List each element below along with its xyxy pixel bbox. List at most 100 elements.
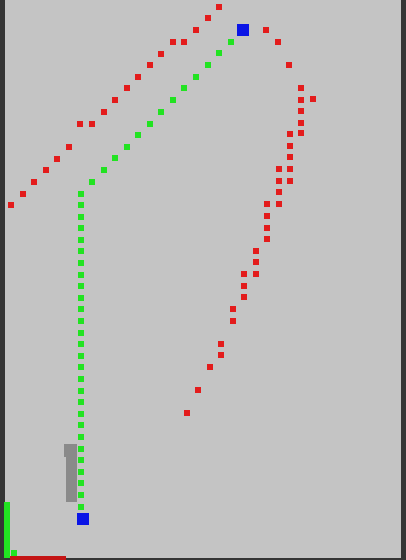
red-trail-dot xyxy=(147,62,153,68)
game-viewport xyxy=(0,0,406,560)
green-trail-dot xyxy=(78,388,84,394)
red-trail-dot xyxy=(253,259,259,265)
green-trail-dot xyxy=(124,144,130,150)
green-trail-dot xyxy=(78,260,84,266)
red-trail-dot xyxy=(8,202,14,208)
red-trail-dot xyxy=(43,167,49,173)
red-trail-dot xyxy=(286,62,292,68)
red-trail-dot xyxy=(101,109,107,115)
red-trail-dot xyxy=(287,143,293,149)
red-trail-dot xyxy=(264,201,270,207)
red-trail-dot xyxy=(276,201,282,207)
red-trail-dot xyxy=(287,166,293,172)
red-trail-dot xyxy=(241,271,247,277)
green-trail-dot xyxy=(78,411,84,417)
red-trail-dot xyxy=(287,178,293,184)
red-trail-dot xyxy=(310,96,316,102)
red-trail-dot xyxy=(124,85,130,91)
red-trail-dot xyxy=(253,248,259,254)
green-trail-dot xyxy=(158,109,164,115)
red-trail-dot xyxy=(158,51,164,57)
green-trail-dot xyxy=(78,376,84,382)
green-trail-dot xyxy=(78,422,84,428)
red-trail-dot xyxy=(230,306,236,312)
green-trail-dot xyxy=(78,283,84,289)
red-trail-dot xyxy=(205,15,211,21)
green-trail-dot xyxy=(78,457,84,463)
green-trail-dot xyxy=(78,353,84,359)
green-trail-dot xyxy=(78,295,84,301)
green-trail-dot xyxy=(78,191,84,197)
green-trail-dot xyxy=(78,364,84,370)
red-trail-dot xyxy=(181,39,187,45)
red-trail-dot xyxy=(275,39,281,45)
green-trail-dot xyxy=(147,121,153,127)
red-trail-dot xyxy=(20,191,26,197)
green-trail-dot xyxy=(228,39,234,45)
green-trail-dot xyxy=(78,306,84,312)
trails-layer xyxy=(8,4,316,556)
red-trail-dot xyxy=(276,166,282,172)
green-trail-dot xyxy=(89,179,95,185)
green-trail-dot xyxy=(78,469,84,475)
red-trail-dot xyxy=(135,74,141,80)
blue-player-marker xyxy=(77,513,89,525)
green-trail-dot xyxy=(78,480,84,486)
red-trail-dot xyxy=(287,131,293,137)
green-trail-dot xyxy=(78,318,84,324)
red-trail-dot xyxy=(77,121,83,127)
green-trail-dot xyxy=(112,155,118,161)
green-trail-dot xyxy=(78,330,84,336)
red-trail-dot xyxy=(241,294,247,300)
red-trail-dot xyxy=(264,236,270,242)
green-trail-dot xyxy=(170,97,176,103)
green-trail-dot xyxy=(78,272,84,278)
red-trail-dot xyxy=(287,154,293,160)
green-trail-dot xyxy=(78,248,84,254)
red-trail-dot xyxy=(112,97,118,103)
red-trail-dot xyxy=(89,121,95,127)
green-trail-dot xyxy=(78,202,84,208)
red-trail-dot xyxy=(298,130,304,136)
green-trail-dot xyxy=(78,446,84,452)
red-trail-dot xyxy=(298,108,304,114)
green-trail-dot xyxy=(78,237,84,243)
red-trail-dot xyxy=(298,85,304,91)
green-trail-dot xyxy=(78,492,84,498)
red-trail-dot xyxy=(264,225,270,231)
blue-target-marker xyxy=(237,24,249,36)
green-trail-dot xyxy=(78,399,84,405)
red-trail-dot xyxy=(216,4,222,10)
red-trail-dot xyxy=(54,156,60,162)
red-trail-dot xyxy=(207,364,213,370)
red-trail-dot xyxy=(276,189,282,195)
red-trail-dot xyxy=(263,27,269,33)
green-trail-dot xyxy=(135,132,141,138)
red-trail-dot xyxy=(241,283,247,289)
red-trail-dot xyxy=(184,410,190,416)
red-trail-dot xyxy=(218,352,224,358)
gray-obstacle-cap xyxy=(64,444,77,457)
vertical-gauge-bar xyxy=(4,502,10,558)
green-trail-dot xyxy=(78,504,84,510)
green-trail-dot xyxy=(181,85,187,91)
red-trail-dot xyxy=(193,27,199,33)
green-trail-dot xyxy=(78,434,84,440)
green-trail-dot xyxy=(205,62,211,68)
green-trail-dot xyxy=(78,214,84,220)
green-trail-dot xyxy=(78,225,84,231)
green-trail-dot xyxy=(101,167,107,173)
red-trail-dot xyxy=(66,144,72,150)
red-trail-dot xyxy=(253,271,259,277)
green-trail-dot xyxy=(78,341,84,347)
horizontal-gauge-bar xyxy=(10,556,66,560)
green-trail-dot xyxy=(216,50,222,56)
red-trail-dot xyxy=(230,318,236,324)
red-trail-dot xyxy=(195,387,201,393)
red-trail-dot xyxy=(276,178,282,184)
red-trail-dot xyxy=(170,39,176,45)
red-trail-dot xyxy=(298,120,304,126)
green-trail-dot xyxy=(193,74,199,80)
red-trail-dot xyxy=(31,179,37,185)
red-trail-dot xyxy=(264,213,270,219)
